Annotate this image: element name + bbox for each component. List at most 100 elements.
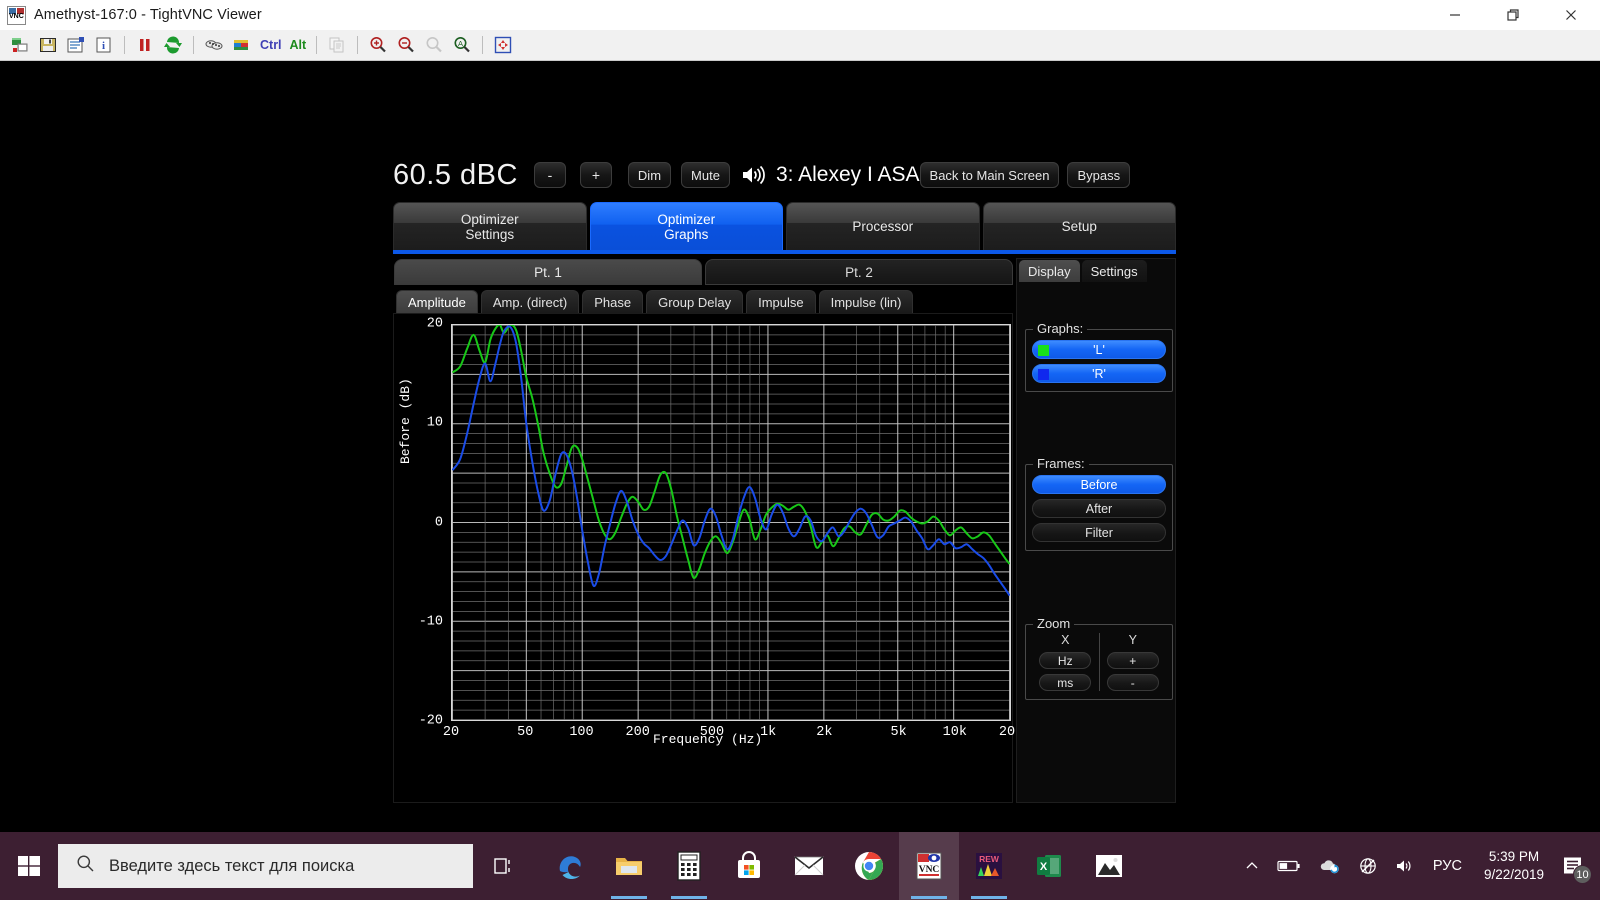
dim-button[interactable]: Dim xyxy=(627,162,672,188)
frame-button-after[interactable]: After xyxy=(1032,499,1166,518)
vnc-toolbar: i Ctrl Alt A xyxy=(0,30,1600,61)
alt-key-button[interactable]: Alt xyxy=(286,38,311,52)
frame-button-before[interactable]: Before xyxy=(1032,475,1166,494)
network-no-internet-icon[interactable] xyxy=(1350,832,1386,900)
level-increase-button[interactable]: + xyxy=(579,162,612,188)
connection-options-icon[interactable] xyxy=(62,32,90,58)
tab-setup[interactable]: Setup xyxy=(982,202,1176,250)
chart-plot-area[interactable] xyxy=(451,324,1011,721)
taskbar-microsoft-store-icon[interactable] xyxy=(719,832,779,900)
zoom-in-icon[interactable] xyxy=(364,32,392,58)
tab-label-line1: Setup xyxy=(1061,219,1097,234)
chart-x-tick: 200 xyxy=(625,725,650,740)
task-view-icon[interactable] xyxy=(473,832,533,900)
windows-start-icon[interactable] xyxy=(0,832,58,900)
taskbar-excel-icon[interactable]: X xyxy=(1019,832,1079,900)
frame-button-filter[interactable]: Filter xyxy=(1032,523,1166,542)
battery-icon[interactable] xyxy=(1268,832,1310,900)
tab-optimizer-settings[interactable]: Optimizer Settings xyxy=(393,202,587,250)
clock[interactable]: 5:39 PM 9/22/2019 xyxy=(1472,848,1556,884)
taskbar-photos-icon[interactable] xyxy=(1079,832,1139,900)
toolbar-separator xyxy=(193,36,194,54)
taskbar-calculator-icon[interactable] xyxy=(659,832,719,900)
zoom-y-increase-button[interactable]: + xyxy=(1106,652,1159,669)
tab-pt-2[interactable]: Pt. 2 xyxy=(705,259,1013,285)
taskbar-mail-icon[interactable] xyxy=(779,832,839,900)
back-to-main-screen-button[interactable]: Back to Main Screen xyxy=(919,162,1060,188)
fullscreen-icon[interactable] xyxy=(489,32,517,58)
tab-amp-direct[interactable]: Amp. (direct) xyxy=(480,290,580,313)
refresh-icon[interactable] xyxy=(159,32,187,58)
graph-type-tab-bar: Amplitude Amp. (direct) Phase Group Dela… xyxy=(396,290,1010,313)
tab-optimizer-graphs[interactable]: Optimizer Graphs xyxy=(589,202,783,250)
zoom-out-icon[interactable] xyxy=(392,32,420,58)
running-indicator xyxy=(971,896,1007,899)
running-indicator xyxy=(611,896,647,899)
minimize-button[interactable] xyxy=(1426,0,1484,30)
zoom-y-decrease-button[interactable]: - xyxy=(1106,674,1159,691)
active-tab-underline xyxy=(393,250,1176,254)
maximize-button[interactable] xyxy=(1484,0,1542,30)
graph-toggle-right[interactable]: 'R' xyxy=(1032,364,1166,383)
chart-y-tick: 0 xyxy=(434,515,443,530)
clock-time: 5:39 PM xyxy=(1488,849,1540,864)
zoom-x-hz-button[interactable]: Hz xyxy=(1039,652,1092,669)
level-decrease-button[interactable]: - xyxy=(533,162,566,188)
send-keys-icon[interactable] xyxy=(200,32,228,58)
tab-phase[interactable]: Phase xyxy=(582,290,644,313)
taskbar-file-explorer-icon[interactable] xyxy=(599,832,659,900)
tab-impulse[interactable]: Impulse xyxy=(746,290,816,313)
mute-button[interactable]: Mute xyxy=(681,162,730,188)
amplitude-chart[interactable]: Before (dB) 20 10 0 -10 -20 20 50 100 200 500 1k 2… xyxy=(393,313,1023,803)
save-session-icon[interactable] xyxy=(34,32,62,58)
device-label: 3: Alexey I ASA xyxy=(775,163,920,186)
taskbar-tightvnc-icon[interactable]: VNC xyxy=(899,832,959,900)
speaker-icon[interactable] xyxy=(740,164,766,186)
tab-pt-1[interactable]: Pt. 1 xyxy=(394,259,702,285)
zoom-group: Zoom X Hz ms Y + - xyxy=(1025,616,1173,700)
onedrive-sync-icon[interactable] xyxy=(1310,832,1350,900)
taskbar-rew-icon[interactable]: REW xyxy=(959,832,1019,900)
zoom-x-ms-button[interactable]: ms xyxy=(1039,674,1092,691)
tab-display[interactable]: Display xyxy=(1019,260,1080,282)
ctrl-key-button[interactable]: Ctrl xyxy=(256,38,286,52)
frames-group: Frames: Before After Filter xyxy=(1025,456,1173,551)
chart-y-tick: 10 xyxy=(426,415,443,431)
graph-toggle-left[interactable]: 'L' xyxy=(1032,340,1166,359)
pause-icon[interactable] xyxy=(131,32,159,58)
tab-settings[interactable]: Settings xyxy=(1081,260,1147,282)
window-title: Amethyst-167:0 - TightVNC Viewer xyxy=(34,7,262,23)
close-button[interactable] xyxy=(1542,0,1600,30)
tab-amplitude[interactable]: Amplitude xyxy=(396,290,478,313)
display-settings-panel: Display Settings Graphs: 'L' 'R' Frames:… xyxy=(1016,258,1176,803)
right-channel-color-swatch xyxy=(1038,369,1049,380)
tab-processor[interactable]: Processor xyxy=(786,202,980,250)
panel-tab-bar: Display Settings xyxy=(1017,259,1175,282)
tab-group-delay[interactable]: Group Delay xyxy=(646,290,744,313)
connection-info-icon[interactable]: i xyxy=(90,32,118,58)
tab-impulse-lin[interactable]: Impulse (lin) xyxy=(818,290,914,313)
remote-desktop-viewport[interactable]: 60.5 dBC - + Dim Mute 3: Alexey I ASA Ba… xyxy=(0,62,1600,832)
running-indicator xyxy=(911,896,947,899)
chart-y-tick: -10 xyxy=(418,614,443,630)
zoom-auto-icon[interactable]: A xyxy=(448,32,476,58)
chart-x-tick: 20 xyxy=(442,725,460,740)
volume-icon[interactable] xyxy=(1386,832,1423,900)
search-input[interactable]: Введите здесь текст для поиска xyxy=(58,844,473,888)
new-connection-icon[interactable] xyxy=(6,32,34,58)
zoom-y-column: Y + - xyxy=(1098,633,1167,691)
taskbar-edge-icon[interactable] xyxy=(539,832,599,900)
toolbar-separator xyxy=(124,36,125,54)
chart-x-tick: 5k xyxy=(890,725,907,740)
taskbar-chrome-icon[interactable] xyxy=(839,832,899,900)
language-indicator[interactable]: РУС xyxy=(1423,858,1472,874)
chart-x-tick: 50 xyxy=(517,725,534,740)
graphs-group: Graphs: 'L' 'R' xyxy=(1025,321,1173,392)
chevron-up-icon[interactable] xyxy=(1236,832,1268,900)
chart-series-l xyxy=(452,325,1010,580)
taskbar-app-buttons: VNC REW X xyxy=(539,832,1139,900)
ctrl-alt-del-icon[interactable] xyxy=(228,32,256,58)
bypass-button[interactable]: Bypass xyxy=(1067,162,1131,188)
notifications-icon[interactable]: 10 xyxy=(1556,832,1596,900)
chart-y-tick: -20 xyxy=(418,713,443,729)
